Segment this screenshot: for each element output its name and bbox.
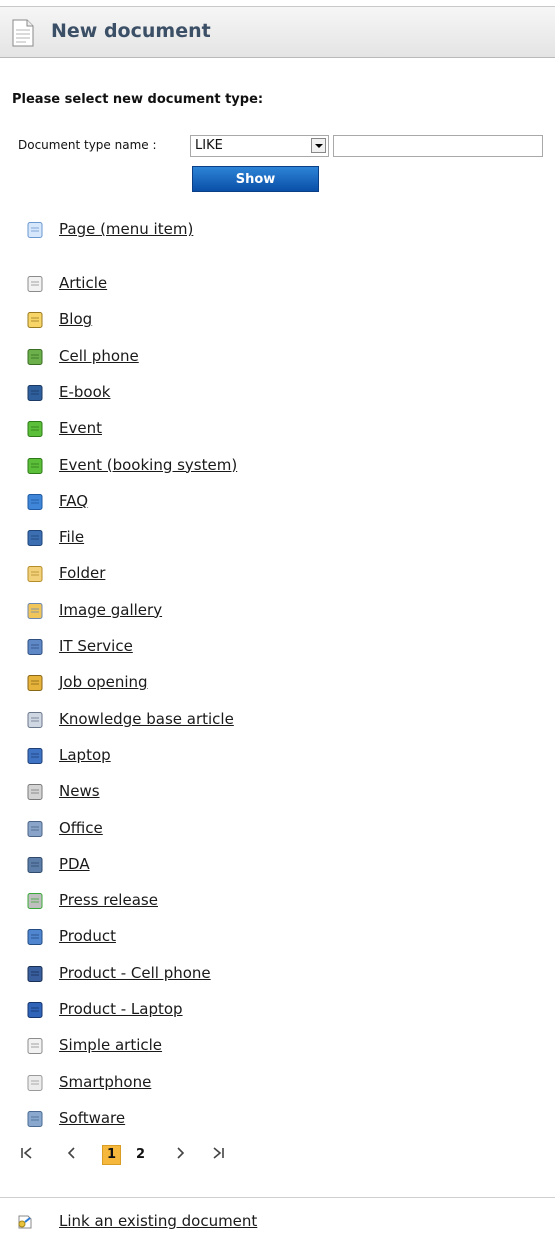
document-type-link[interactable]: Product - Laptop [59, 1000, 183, 1018]
document-type-link[interactable]: Smartphone [59, 1073, 151, 1091]
page-icon [26, 221, 44, 239]
image-gallery-icon [26, 602, 44, 620]
document-type-link[interactable]: FAQ [59, 492, 88, 510]
document-type-link[interactable]: Knowledge base article [59, 710, 234, 728]
next-page-icon[interactable] [174, 1145, 186, 1165]
product-icon [26, 928, 44, 946]
smartphone-icon [26, 1074, 44, 1092]
document-type-link[interactable]: Software [59, 1109, 125, 1127]
document-type-link[interactable]: News [59, 782, 100, 800]
operator-select[interactable]: LIKE [190, 135, 329, 157]
last-page-icon[interactable] [211, 1145, 225, 1165]
press-release-icon [26, 892, 44, 910]
laptop-icon [26, 747, 44, 765]
document-type-name-label: Document type name : [18, 138, 157, 152]
flag-icon [26, 420, 44, 438]
document-type-link[interactable]: Event [59, 419, 102, 437]
booking-flag-icon [26, 457, 44, 475]
page-2-button[interactable]: 2 [136, 1147, 145, 1162]
blog-icon [26, 311, 44, 329]
product-laptop-icon [26, 1001, 44, 1019]
document-type-link[interactable]: IT Service [59, 637, 133, 655]
document-type-link[interactable]: Simple article [59, 1036, 162, 1054]
chevron-down-icon[interactable] [311, 138, 326, 153]
document-type-link[interactable]: PDA [59, 855, 90, 873]
page-title: New document [51, 20, 211, 42]
news-icon [26, 783, 44, 801]
person-icon [26, 674, 44, 692]
operator-value: LIKE [195, 138, 223, 153]
document-type-link[interactable]: Event (booking system) [59, 456, 237, 474]
ebook-icon [26, 384, 44, 402]
divider [0, 1197, 555, 1198]
previous-page-icon[interactable] [66, 1145, 78, 1165]
floppy-icon [26, 529, 44, 547]
document-type-link[interactable]: Article [59, 274, 107, 292]
page-header: New document [0, 6, 555, 58]
office-icon [26, 820, 44, 838]
document-icon [12, 19, 34, 47]
computer-icon [26, 638, 44, 656]
document-type-link[interactable]: Office [59, 819, 103, 837]
document-type-link[interactable]: Cell phone [59, 347, 139, 365]
document-type-link[interactable]: Folder [59, 564, 105, 582]
document-type-link[interactable]: File [59, 528, 84, 546]
pda-icon [26, 856, 44, 874]
software-icon [26, 1110, 44, 1128]
document-type-link[interactable]: Laptop [59, 746, 111, 764]
help-icon [26, 493, 44, 511]
product-cell-phone-icon [26, 965, 44, 983]
document-type-link[interactable]: Job opening [59, 673, 148, 691]
document-type-link[interactable]: Image gallery [59, 601, 162, 619]
document-type-link[interactable]: Product - Cell phone [59, 964, 211, 982]
document-type-link[interactable]: Page (menu item) [59, 220, 193, 238]
pager: 1 2 [16, 1145, 246, 1169]
document-type-filter-input[interactable] [333, 135, 543, 157]
link-existing-document-link[interactable]: Link an existing document [59, 1212, 257, 1230]
book-icon [26, 711, 44, 729]
folder-icon [26, 565, 44, 583]
cell-phone-icon [26, 348, 44, 366]
first-page-icon[interactable] [20, 1145, 34, 1165]
show-button[interactable]: Show [192, 166, 319, 192]
document-type-link[interactable]: Blog [59, 310, 92, 328]
simple-article-icon [26, 1037, 44, 1055]
link-document-icon [18, 1215, 32, 1229]
section-heading: Please select new document type: [12, 92, 264, 107]
document-type-link[interactable]: Product [59, 927, 116, 945]
document-type-link[interactable]: E-book [59, 383, 110, 401]
page-1-button[interactable]: 1 [102, 1145, 121, 1165]
document-type-link[interactable]: Press release [59, 891, 158, 909]
article-icon [26, 275, 44, 293]
